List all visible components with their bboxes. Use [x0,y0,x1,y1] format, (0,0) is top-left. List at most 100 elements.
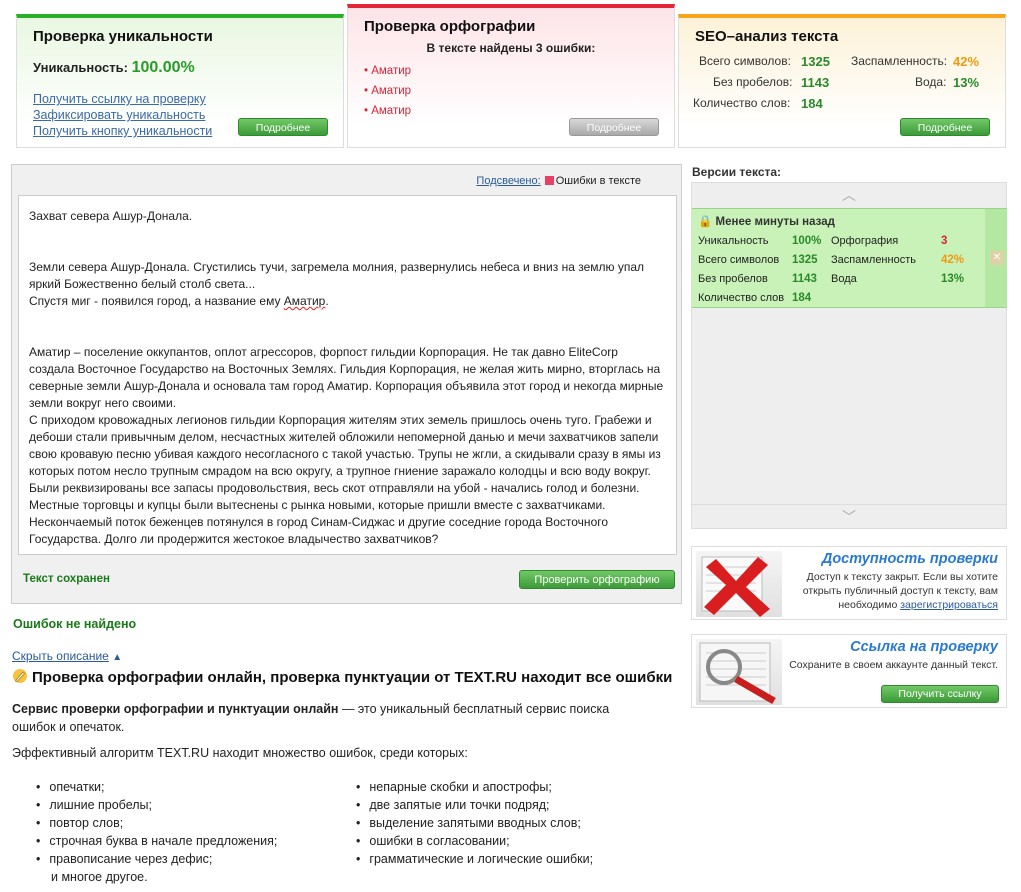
version-item[interactable]: 🔒 Менее минуты назад Уникальность 100% О… [692,208,1007,308]
link-promo-text: Сохраните в своем аккаунте данный текст. [789,659,998,671]
list-item: лишние пробелы; [36,796,277,814]
text-editor[interactable]: Захват севера Ашур-Донала. Земли севера … [18,195,677,555]
version-total-label: Всего символов [698,254,780,266]
version-stats: Уникальность 100% Орфография 3 Всего сим… [698,235,988,311]
text-paragraph: Захват севера Ашур-Донала. [29,209,193,223]
list-item: выделение запятыми вводных слов; [356,814,593,832]
chevron-up-icon: ︿ [842,187,856,203]
seo-card: SEO–анализ текста Всего символов: 1325 З… [678,14,1006,148]
uniqueness-title: Проверка уникальности [33,28,213,45]
error-types-list-left: опечатки; лишние пробелы; повтор слов; с… [36,778,277,886]
hide-description-link[interactable]: Скрыть описание [12,649,109,663]
access-promo: Доступность проверки Доступ к тексту зак… [691,546,1007,620]
version-no-spaces-label: Без пробелов [698,273,768,285]
access-denied-icon [696,551,782,617]
spelling-card: Проверка орфографии В тексте найдены 3 о… [347,4,675,148]
lock-icon: 🔒 [698,216,713,228]
versions-title: Версии текста: [692,165,782,179]
chevron-down-icon: ﹀ [842,509,856,525]
editor-panel: Подсвечено: Ошибки в тексте Захват север… [11,164,682,604]
link-promo-title: Ссылка на проверку [850,639,998,655]
spam-value: 42% [953,54,980,69]
text-paragraph: С приходом кровожадных легионов гильдии … [29,413,661,546]
text-paragraph: Спустя миг - появился город, а название … [29,294,329,308]
version-time: 🔒 Менее минуты назад [698,216,835,228]
access-promo-title: Доступность проверки [821,551,998,567]
no-errors-status: Ошибок не найдено [13,617,137,631]
error-color-swatch [544,176,554,185]
list-item: две запятые или точки подряд; [356,796,593,814]
register-link[interactable]: зарегистрироваться [900,599,998,611]
version-spam-value: 42% [941,254,965,266]
description-paragraph: Эффективный алгоритм TEXT.RU находит мно… [12,746,468,760]
spelling-more-button[interactable]: Подробнее [569,118,659,136]
get-link-button[interactable]: Получить ссылку [881,685,999,703]
water-value: 13% [953,75,980,90]
version-uniqueness-label: Уникальность [698,235,769,247]
uniqueness-card: Проверка уникальности Уникальность: 100.… [16,14,344,148]
pencil-icon [13,669,27,683]
list-item: опечатки; [36,778,277,796]
uniqueness-value: 100.00% [131,59,195,76]
version-side-strip: ✕ [985,209,1007,307]
version-spam-label: Заспамленность [831,254,916,266]
scroll-up-button[interactable]: ︿ [692,183,1006,207]
no-spaces-value: 1143 [801,75,830,90]
list-item: грамматические и логические ошибки; [356,850,593,868]
version-spelling-label: Орфография [831,235,899,247]
check-spelling-button[interactable]: Проверить орфографию [519,570,675,589]
version-words-value: 184 [792,292,812,304]
description-title: Проверка орфографии онлайн, проверка пун… [12,668,672,686]
error-types-list-right: непарные скобки и апострофы; две запятые… [356,778,593,868]
uniqueness-row: Уникальность: 100.00% [33,59,327,77]
list-item: и многое другое. [51,870,148,884]
version-water-value: 13% [941,273,965,285]
word-count-label: Количество слов: [693,96,791,110]
spam-label: Заспамленность: [851,54,948,68]
error-item[interactable]: • Аматир [364,105,658,117]
version-total-value: 1325 [792,254,818,266]
magnifier-icon [696,639,782,705]
link-promo: Ссылка на проверку Сохраните в своем акк… [691,634,1007,708]
get-link-link[interactable]: Получить ссылку на проверку [33,91,327,107]
version-spelling-value: 3 [941,235,948,247]
text-paragraph: Аматир – поселение оккупантов, оплот агр… [29,345,664,410]
spelling-subtitle: В тексте найдены 3 ошибки: [426,41,596,55]
total-chars-label: Всего символов: [699,54,791,68]
list-item: ошибки в согласовании; [356,832,593,850]
legend-text: Ошибки в тексте [555,175,641,187]
error-item[interactable]: • Аматир [364,65,658,77]
saved-status: Текст сохранен [23,573,110,585]
delete-version-icon[interactable]: ✕ [990,251,1004,265]
highlight-link[interactable]: Подсвечено: [476,175,540,187]
error-list: • Аматир • Аматир • Аматир [364,65,658,117]
total-chars-value: 1325 [801,54,830,69]
seo-more-button[interactable]: Подробнее [900,118,990,136]
list-item: непарные скобки и апострофы; [356,778,593,796]
description-paragraph: Сервис проверки орфографии и пунктуации … [12,702,610,734]
version-uniqueness-value: 100% [792,235,822,247]
version-no-spaces-value: 1143 [792,273,817,285]
version-water-label: Вода [831,273,857,285]
hide-description-toggle[interactable]: Скрыть описание ▲ [12,649,122,663]
spelling-title: Проверка орфографии [364,18,536,35]
version-words-label: Количество слов [698,292,785,304]
list-item: правописание через дефис; [36,850,277,868]
uniqueness-more-button[interactable]: Подробнее [238,118,328,136]
word-count-value: 184 [801,96,823,111]
list-item: повтор слов; [36,814,277,832]
seo-stats: Всего символов: 1325 Заспамленность: 42%… [693,54,991,117]
no-spaces-label: Без пробелов: [713,75,793,89]
seo-title: SEO–анализ текста [695,28,839,45]
scroll-down-button[interactable]: ﹀ [692,504,1006,528]
highlight-legend: Подсвечено: Ошибки в тексте [476,175,641,187]
uniqueness-label: Уникальность: [33,60,128,75]
versions-panel: ︿ 🔒 Менее минуты назад Уникальность 100%… [691,182,1007,529]
water-label: Вода: [915,75,947,89]
chevron-up-icon: ▲ [112,652,123,663]
list-item: строчная буква в начале предложения; [36,832,277,850]
error-item[interactable]: • Аматир [364,85,658,97]
text-paragraph: Земли севера Ашур-Донала. Сгустились туч… [29,260,645,291]
access-promo-text: Доступ к тексту закрыт. Если вы хотите о… [802,571,998,611]
spelling-error[interactable]: Аматир [284,294,326,308]
